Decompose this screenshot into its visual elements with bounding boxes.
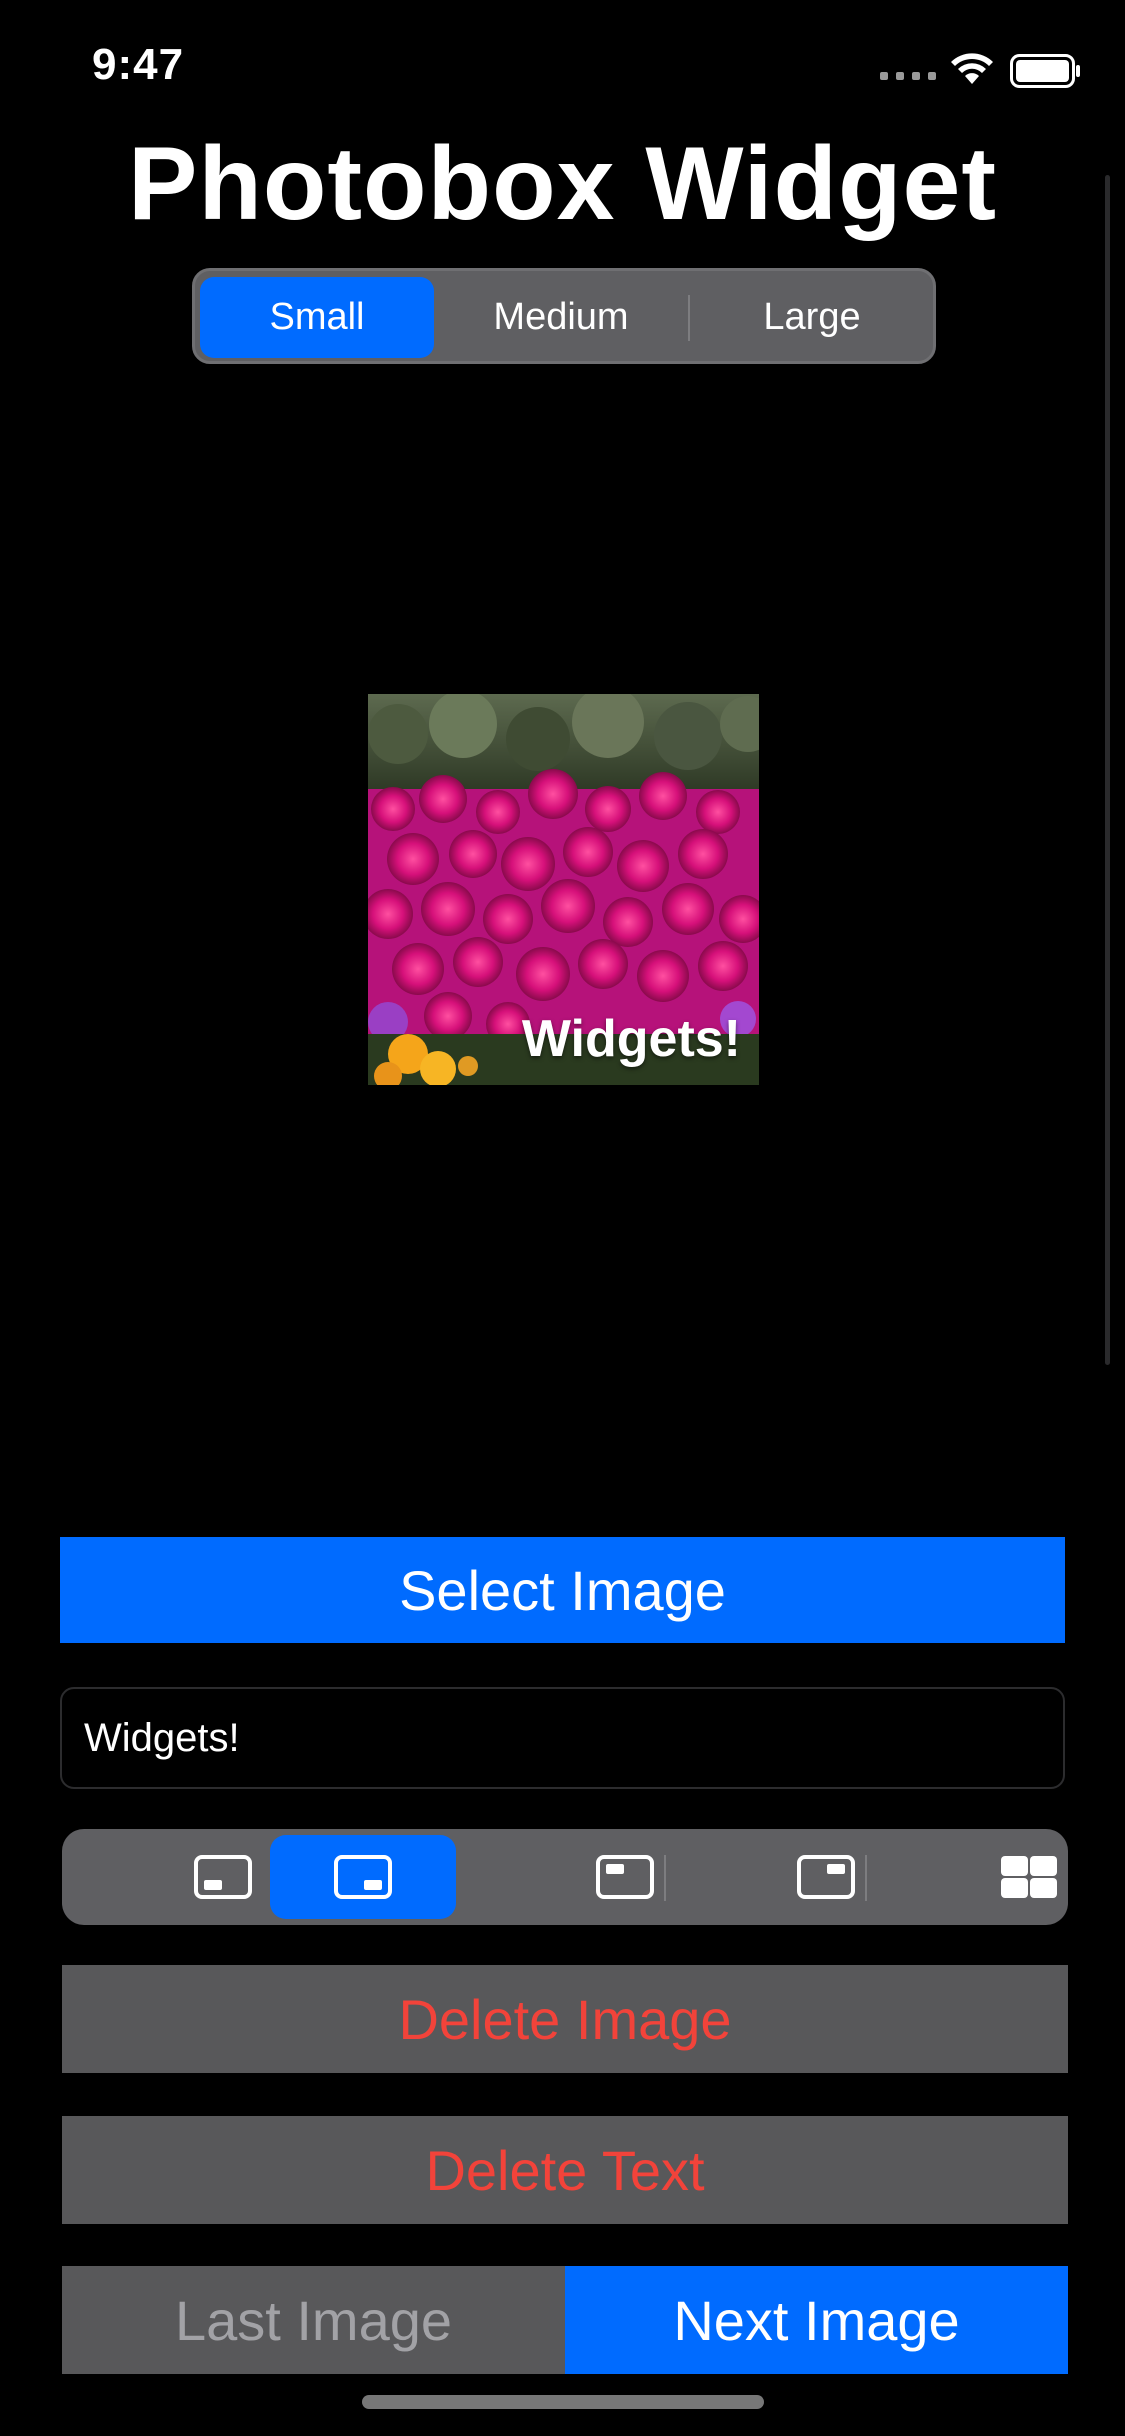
size-segmented-control: Small Medium Large — [192, 268, 936, 364]
position-option-grid[interactable] — [936, 1835, 1122, 1919]
top-right-position-icon — [797, 1855, 855, 1899]
status-time: 9:47 — [92, 40, 185, 89]
bottom-left-position-icon — [194, 1855, 252, 1899]
delete-text-button[interactable]: Delete Text — [62, 2116, 1068, 2224]
bottom-right-position-icon — [334, 1855, 392, 1899]
position-option-top-right[interactable] — [733, 1835, 919, 1919]
wifi-icon — [951, 53, 993, 84]
segment-divider — [865, 1855, 867, 1901]
preview-caption: Widgets! — [521, 1010, 741, 1068]
scroll-indicator — [1105, 175, 1110, 1365]
size-option-large[interactable]: Large — [690, 277, 934, 358]
caption-text-field[interactable] — [60, 1687, 1065, 1789]
size-option-small[interactable]: Small — [200, 277, 434, 358]
last-image-button[interactable]: Last Image — [62, 2266, 565, 2374]
delete-image-button[interactable]: Delete Image — [62, 1965, 1068, 2073]
select-image-button[interactable]: Select Image — [60, 1537, 1065, 1643]
segment-divider — [664, 1855, 666, 1901]
battery-icon — [1010, 54, 1080, 88]
home-indicator — [362, 2395, 764, 2409]
cellular-signal-icon — [880, 72, 936, 80]
page-title: Photobox Widget — [127, 126, 998, 242]
size-option-medium[interactable]: Medium — [439, 277, 683, 358]
caption-position-segmented-control — [62, 1829, 1068, 1925]
position-option-top-left[interactable] — [532, 1835, 718, 1919]
widget-preview: Widgets! — [368, 694, 759, 1085]
top-left-position-icon — [596, 1855, 654, 1899]
position-option-bottom-right[interactable] — [270, 1835, 456, 1919]
grid-position-icon — [1001, 1856, 1057, 1898]
next-image-button[interactable]: Next Image — [565, 2266, 1068, 2374]
